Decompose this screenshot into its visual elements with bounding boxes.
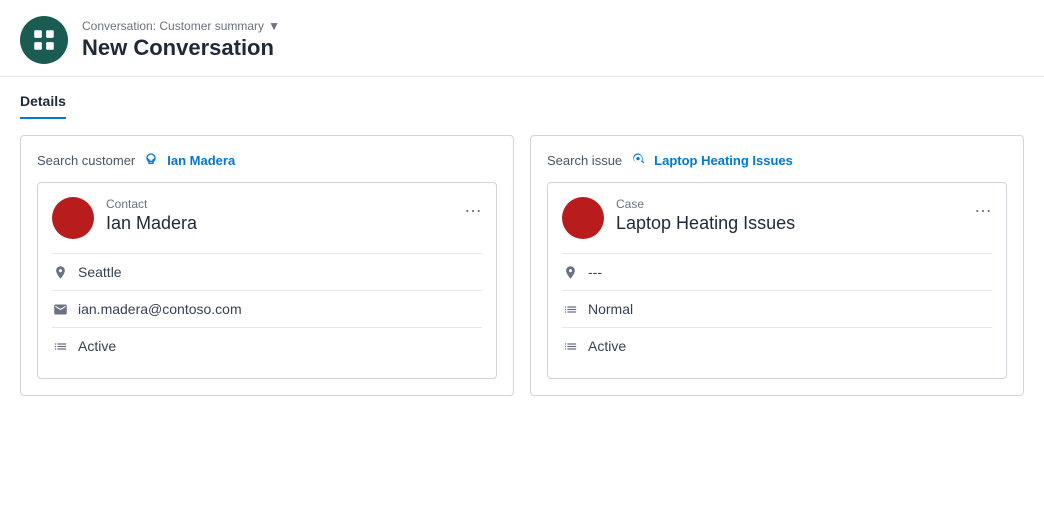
header-text: Conversation: Customer summary ▼ New Con… — [82, 19, 280, 61]
subtitle-text: Conversation: Customer summary — [82, 19, 264, 33]
issue-card-menu[interactable]: … — [974, 197, 992, 215]
customer-search-label: Search customer — [37, 153, 135, 168]
app-icon — [20, 16, 68, 64]
page-title: New Conversation — [82, 35, 280, 61]
issue-status-field: Active — [562, 327, 992, 364]
customer-search-row: Search customer Ian Madera — [37, 152, 497, 168]
customer-avatar — [52, 197, 94, 239]
header-subtitle: Conversation: Customer summary ▼ — [82, 19, 280, 33]
customer-status-value: Active — [78, 338, 116, 354]
customer-location-value: Seattle — [78, 264, 122, 280]
customer-card: Contact Ian Madera … Seattle — [37, 182, 497, 379]
customer-card-menu[interactable]: … — [464, 197, 482, 215]
issue-avatar — [562, 197, 604, 239]
issue-priority-field: Normal — [562, 290, 992, 327]
issue-card: Case Laptop Heating Issues … --- — [547, 182, 1007, 379]
customer-email-value: ian.madera@contoso.com — [78, 301, 242, 317]
customer-status-field: Active — [52, 327, 482, 364]
issue-status-value: Active — [588, 338, 626, 354]
issue-id-value: --- — [588, 264, 602, 280]
customer-card-name: Ian Madera — [106, 213, 452, 234]
priority-icon — [562, 301, 578, 317]
contact-search-icon — [143, 152, 159, 168]
main-content: Search customer Ian Madera Contact Ian M… — [0, 119, 1044, 412]
issue-card-info: Case Laptop Heating Issues — [616, 197, 962, 234]
issue-search-row: Search issue Laptop Heating Issues — [547, 152, 1007, 168]
case-id-icon — [562, 264, 578, 280]
issue-card-type: Case — [616, 197, 962, 211]
location-icon — [52, 264, 68, 280]
tabs-section: Details — [0, 77, 1044, 119]
customer-card-type: Contact — [106, 197, 452, 211]
customer-email-field: ian.madera@contoso.com — [52, 290, 482, 327]
issue-search-label: Search issue — [547, 153, 622, 168]
issue-search-icon — [630, 152, 646, 168]
customer-location-field: Seattle — [52, 253, 482, 290]
customer-card-info: Contact Ian Madera — [106, 197, 452, 234]
email-icon — [52, 301, 68, 317]
customer-search-value[interactable]: Ian Madera — [167, 153, 235, 168]
status-icon — [52, 338, 68, 354]
customer-card-header: Contact Ian Madera … — [52, 197, 482, 239]
header: Conversation: Customer summary ▼ New Con… — [0, 0, 1044, 77]
issue-card-name: Laptop Heating Issues — [616, 213, 962, 234]
customer-panel: Search customer Ian Madera Contact Ian M… — [20, 135, 514, 396]
tab-details[interactable]: Details — [20, 93, 66, 119]
issue-status-icon — [562, 338, 578, 354]
chevron-down-icon[interactable]: ▼ — [268, 19, 280, 33]
issue-panel: Search issue Laptop Heating Issues Case … — [530, 135, 1024, 396]
issue-search-value[interactable]: Laptop Heating Issues — [654, 153, 793, 168]
issue-id-field: --- — [562, 253, 992, 290]
issue-card-header: Case Laptop Heating Issues … — [562, 197, 992, 239]
issue-priority-value: Normal — [588, 301, 633, 317]
